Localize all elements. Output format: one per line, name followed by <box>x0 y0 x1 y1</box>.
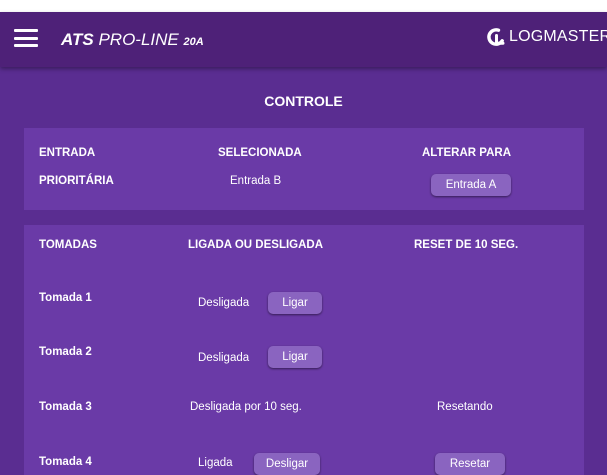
switch-input-button[interactable]: Entrada A <box>431 174 511 196</box>
outlet-1-name: Tomada 1 <box>39 292 92 304</box>
outlet-1-toggle-button[interactable]: Ligar <box>268 292 322 314</box>
app-header: ATS PRO-LINE 20A LOGMASTER <box>0 12 607 67</box>
label-prioritaria: PRIORITÁRIA <box>39 175 114 187</box>
outlet-4-reset-button[interactable]: Resetar <box>435 453 505 475</box>
outlet-4-state: Ligada <box>198 457 233 469</box>
outlet-3-state: Desligada por 10 seg. <box>190 401 302 413</box>
outlet-2-toggle-button[interactable]: Ligar <box>268 346 322 368</box>
brand-line: PRO-LINE <box>93 30 184 49</box>
header-reset: RESET DE 10 SEG. <box>414 239 519 251</box>
app-root: ATS PRO-LINE 20A LOGMASTER CONTROLE ENTR… <box>0 0 607 475</box>
header-alterar-para: ALTERAR PARA <box>422 147 512 159</box>
outlet-2-name: Tomada 2 <box>39 346 92 358</box>
header-tomadas: TOMADAS <box>39 239 97 251</box>
header-ligada-desligada: LIGADA OU DESLIGADA <box>188 239 324 251</box>
outlets-card: TOMADAS LIGADA OU DESLIGADA RESET DE 10 … <box>24 225 584 475</box>
outlet-1-state: Desligada <box>198 297 250 309</box>
header-entrada: ENTRADA <box>39 147 96 159</box>
app-title: ATS PRO-LINE 20A <box>61 30 204 50</box>
brand-name: ATS <box>61 30 94 49</box>
header-selecionada: SELECIONADA <box>218 147 302 159</box>
outlet-4-name: Tomada 4 <box>39 456 92 468</box>
brand-model: 20A <box>183 36 204 48</box>
logo-text: LOGMASTER <box>509 28 607 45</box>
outlet-4-toggle-button[interactable]: Desligar <box>254 453 320 475</box>
top-strip <box>0 0 607 12</box>
menu-icon[interactable] <box>14 29 38 47</box>
selected-input-value: Entrada B <box>230 175 282 187</box>
outlet-2-state: Desligada <box>198 352 250 364</box>
outlet-3-reset-status: Resetando <box>437 401 493 413</box>
page-title: CONTROLE <box>264 93 343 109</box>
outlet-3-name: Tomada 3 <box>39 401 92 413</box>
logo-icon <box>487 28 505 46</box>
priority-card: ENTRADA SELECIONADA ALTERAR PARA PRIORIT… <box>24 128 584 210</box>
logmaster-logo: LOGMASTER <box>486 27 607 47</box>
